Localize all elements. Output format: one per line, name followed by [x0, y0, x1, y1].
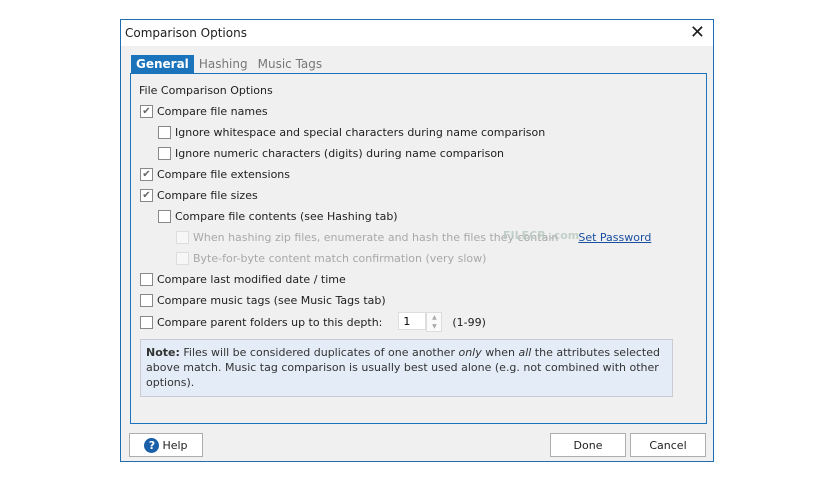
comparison-options-dialog: Comparison Options ✕ General Hashing Mus…	[120, 19, 714, 462]
note-emphasis: all	[518, 346, 532, 359]
compare-file-names-checkbox[interactable]: ✔ Compare file names	[140, 103, 268, 119]
depth-stepper[interactable]: ▲▼	[398, 312, 443, 332]
checkbox-label: Compare parent folders up to this depth:	[157, 315, 383, 329]
checkbox-icon[interactable]	[158, 125, 171, 139]
ignore-numeric-checkbox[interactable]: Ignore numeric characters (digits) durin…	[158, 145, 504, 161]
note-box: Note: Files will be considered duplicate…	[140, 339, 673, 397]
checkbox-icon[interactable]: ✔	[140, 188, 153, 202]
watermark: FILECR .com	[503, 229, 580, 242]
checkbox-icon[interactable]	[140, 315, 153, 329]
checkbox-label: Compare last modified date / time	[157, 272, 346, 286]
checkbox-label: Byte-for-byte content match confirmation…	[193, 251, 487, 265]
title-bar: Comparison Options ✕	[121, 20, 713, 46]
checkbox-icon[interactable]	[176, 230, 189, 244]
cancel-button[interactable]: Cancel	[630, 433, 706, 457]
help-button[interactable]: ? Help	[129, 433, 203, 457]
compare-contents-checkbox[interactable]: Compare file contents (see Hashing tab)	[158, 208, 398, 224]
stepper-arrows[interactable]: ▲ ▼	[426, 312, 443, 332]
checkbox-label: Compare file names	[157, 104, 268, 118]
checkbox-label: Ignore numeric characters (digits) durin…	[175, 146, 505, 160]
checkbox-icon[interactable]	[158, 146, 171, 160]
checkbox-icon[interactable]	[140, 293, 153, 307]
compare-extensions-checkbox[interactable]: ✔ Compare file extensions	[140, 166, 290, 182]
ignore-whitespace-checkbox[interactable]: Ignore whitespace and special characters…	[158, 124, 545, 140]
dialog-title: Comparison Options	[125, 26, 247, 40]
checkbox-icon[interactable]: ✔	[140, 167, 153, 181]
section-title: File Comparison Options	[139, 83, 273, 97]
done-button[interactable]: Done	[550, 433, 626, 457]
note-emphasis: only	[458, 346, 482, 359]
depth-input[interactable]	[398, 312, 427, 330]
note-label: Note:	[146, 346, 180, 359]
checkbox-icon[interactable]: ✔	[140, 104, 153, 118]
tab-music-tags[interactable]: Music Tags	[253, 55, 328, 74]
checkbox-label: Compare file sizes	[157, 188, 258, 202]
byte-for-byte-checkbox[interactable]: Byte-for-byte content match confirmation…	[176, 250, 486, 266]
up-arrow-icon[interactable]: ▲	[432, 314, 437, 321]
note-text: when	[481, 346, 519, 359]
compare-sizes-checkbox[interactable]: ✔ Compare file sizes	[140, 187, 258, 203]
help-icon: ?	[144, 437, 160, 453]
hash-zip-checkbox[interactable]: When hashing zip files, enumerate and ha…	[176, 229, 651, 245]
compare-parent-folders-row: Compare parent folders up to this depth:…	[140, 312, 486, 332]
checkbox-label: Compare file contents (see Hashing tab)	[175, 209, 398, 223]
checkbox-label: Compare music tags (see Music Tags tab)	[157, 293, 386, 307]
close-icon[interactable]: ✕	[690, 22, 705, 43]
compare-modified-checkbox[interactable]: Compare last modified date / time	[140, 271, 346, 287]
tab-bar: General Hashing Music Tags	[131, 55, 327, 74]
general-panel: File Comparison Options ✔ Compare file na…	[130, 73, 707, 424]
checkbox-icon[interactable]	[158, 209, 171, 223]
checkbox-label: Ignore whitespace and special characters…	[175, 125, 546, 139]
checkbox-icon[interactable]	[176, 251, 189, 265]
down-arrow-icon[interactable]: ▼	[432, 323, 437, 330]
help-label: Help	[162, 438, 188, 452]
note-text: Files will be considered duplicates of o…	[179, 346, 459, 359]
checkbox-icon[interactable]	[140, 272, 153, 286]
compare-music-tags-checkbox[interactable]: Compare music tags (see Music Tags tab)	[140, 292, 386, 308]
depth-range: (1-99)	[452, 315, 486, 329]
tab-hashing[interactable]: Hashing	[194, 55, 253, 74]
set-password-link[interactable]: Set Password	[578, 231, 651, 244]
checkbox-label: Compare file extensions	[157, 167, 290, 181]
tab-general[interactable]: General	[131, 55, 194, 74]
